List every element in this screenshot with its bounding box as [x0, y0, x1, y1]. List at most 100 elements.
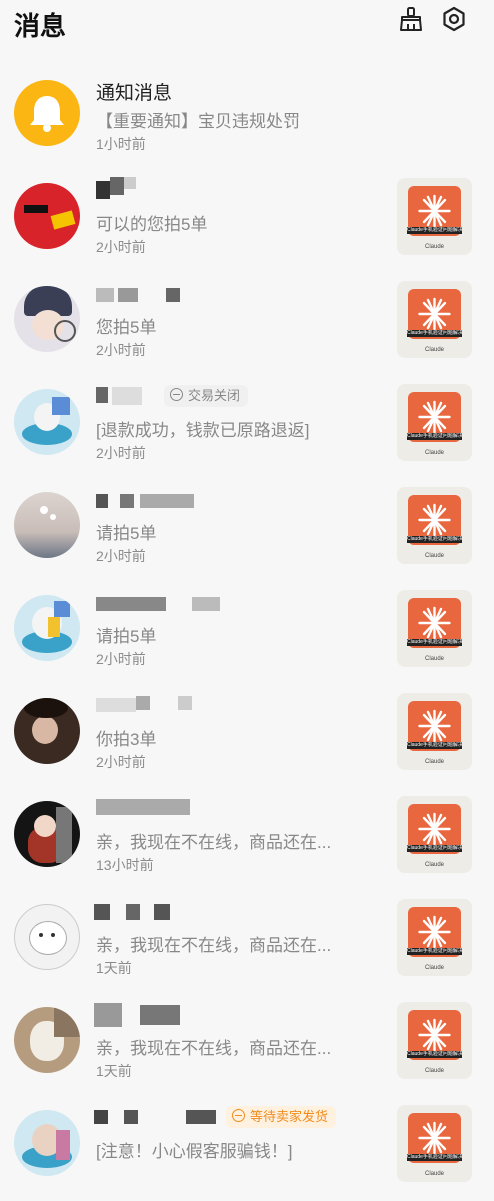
product-thumbnail[interactable]: Claude手机验证问题解决 Claude [397, 487, 472, 564]
blurred-name [178, 696, 192, 710]
message-preview: 你拍3单 [96, 730, 157, 749]
list-item[interactable]: 请拍5单 2小时前 Claude手机验证问题解决 Claude [0, 583, 494, 686]
thumb-brand: Claude [424, 862, 444, 868]
blurred-name [110, 177, 124, 195]
message-preview: 请拍5单 [96, 627, 157, 646]
avatar [14, 389, 80, 455]
blurred-name [96, 799, 190, 815]
avatar [14, 1110, 80, 1176]
thumb-caption: Claude手机验证问题解决 [407, 742, 462, 749]
thumb-caption: Claude手机验证问题解决 [407, 536, 462, 543]
thumb-caption: Claude手机验证问题解决 [407, 1154, 462, 1161]
avatar [14, 80, 80, 146]
message-preview: 可以的您拍5单 [96, 215, 208, 234]
list-item[interactable]: 亲，我现在不在线，商品还在... 13小时前 Claude手机验证问题解决 Cl… [0, 789, 494, 892]
list-item[interactable]: 你拍3单 2小时前 Claude手机验证问题解决 Claude [0, 686, 494, 789]
product-thumbnail[interactable]: Claude手机验证问题解决 Claude [397, 899, 472, 976]
product-thumbnail[interactable]: Claude手机验证问题解决 Claude [397, 384, 472, 461]
message-preview: 亲，我现在不在线，商品还在... [96, 1039, 332, 1058]
avatar [14, 286, 80, 352]
status-badge: 等待卖家发货 [226, 1106, 337, 1128]
blurred-name [192, 597, 220, 611]
blurred-name [94, 1110, 108, 1124]
closed-status-icon [170, 388, 183, 401]
thumb-brand: Claude [424, 1171, 444, 1177]
product-thumbnail[interactable]: Claude手机验证问题解决 Claude [397, 1105, 472, 1182]
list-item[interactable]: 等待卖家发货 [注意！小心假客服骗钱！] Claude手机验证问题解决 Clau… [0, 1098, 494, 1201]
avatar [14, 595, 80, 661]
blurred-name [96, 494, 108, 508]
pending-status-icon [232, 1109, 245, 1122]
message-time: 2小时前 [96, 445, 146, 461]
product-thumbnail[interactable]: Claude手机验证问题解决 Claude [397, 178, 472, 255]
message-preview: [注意！小心假客服骗钱！] [96, 1142, 293, 1161]
gear-icon[interactable] [441, 6, 467, 32]
blurred-name [96, 181, 110, 199]
blurred-name [136, 696, 150, 710]
product-thumbnail[interactable]: Claude手机验证问题解决 Claude [397, 1002, 472, 1079]
list-item[interactable]: 通知消息 【重要通知】宝贝违规处罚 1小时前 [0, 68, 494, 171]
thumb-caption: Claude手机验证问题解决 [407, 227, 462, 234]
message-preview: 【重要通知】宝贝违规处罚 [96, 112, 300, 131]
message-time: 2小时前 [96, 239, 146, 255]
message-time: 1小时前 [96, 136, 146, 152]
list-item[interactable]: 亲，我现在不在线，商品还在... 1天前 Claude手机验证问题解决 Clau… [0, 892, 494, 995]
blurred-name [94, 1003, 122, 1027]
message-time: 2小时前 [96, 651, 146, 667]
status-badge-label: 等待卖家发货 [250, 1109, 329, 1124]
blurred-name [126, 904, 140, 920]
blurred-name [186, 1110, 216, 1124]
blurred-name [124, 1110, 138, 1124]
avatar [14, 801, 80, 867]
thumb-brand: Claude [424, 759, 444, 765]
status-badge-label: 交易关闭 [188, 388, 241, 403]
message-time: 2小时前 [96, 754, 146, 770]
message-list: 通知消息 【重要通知】宝贝违规处罚 1小时前 可以的您拍5单 2小时前 Clau… [0, 68, 494, 1201]
blurred-name [96, 387, 108, 403]
message-preview: 您拍5单 [96, 318, 157, 337]
thumb-caption: Claude手机验证问题解决 [407, 330, 462, 337]
thumb-brand: Claude [424, 965, 444, 971]
product-thumbnail[interactable]: Claude手机验证问题解决 Claude [397, 693, 472, 770]
thumb-caption: Claude手机验证问题解决 [407, 639, 462, 646]
list-item[interactable]: 交易关闭 [退款成功，钱款已原路退返] 2小时前 Claude手机验证问题解决 … [0, 377, 494, 480]
product-thumbnail[interactable]: Claude手机验证问题解决 Claude [397, 281, 472, 358]
blurred-name [112, 387, 142, 405]
blurred-name [124, 177, 136, 189]
avatar [14, 904, 80, 970]
blurred-name [154, 904, 170, 920]
message-time: 1天前 [96, 1063, 132, 1079]
status-badge: 交易关闭 [164, 385, 249, 407]
thumb-brand: Claude [424, 656, 444, 662]
list-item[interactable]: 亲，我现在不在线，商品还在... 1天前 Claude手机验证问题解决 Clau… [0, 995, 494, 1098]
page-title: 消息 [14, 11, 67, 41]
broom-icon[interactable] [398, 6, 424, 32]
message-preview: 亲，我现在不在线，商品还在... [96, 833, 332, 852]
message-preview: [退款成功，钱款已原路退返] [96, 421, 310, 440]
blurred-name [166, 288, 180, 302]
blurred-name [120, 494, 134, 508]
message-preview: 亲，我现在不在线，商品还在... [96, 936, 332, 955]
conversation-name: 通知消息 [96, 83, 173, 104]
product-thumbnail[interactable]: Claude手机验证问题解决 Claude [397, 796, 472, 873]
blurred-name [118, 288, 138, 302]
blurred-name [96, 698, 136, 712]
list-item[interactable]: 可以的您拍5单 2小时前 Claude手机验证问题解决 Claude [0, 171, 494, 274]
thumb-caption: Claude手机验证问题解决 [407, 433, 462, 440]
message-time: 1天前 [96, 960, 132, 976]
blurred-name [140, 1005, 180, 1025]
header-bar: 消息 [0, 0, 494, 46]
list-item[interactable]: 请拍5单 2小时前 Claude手机验证问题解决 Claude [0, 480, 494, 583]
list-item[interactable]: 您拍5单 2小时前 Claude手机验证问题解决 Claude [0, 274, 494, 377]
message-time: 13小时前 [96, 857, 154, 873]
thumb-brand: Claude [424, 553, 444, 559]
thumb-brand: Claude [424, 1068, 444, 1074]
blurred-name [96, 597, 166, 611]
message-time: 2小时前 [96, 342, 146, 358]
thumb-caption: Claude手机验证问题解决 [407, 1051, 462, 1058]
thumb-brand: Claude [424, 244, 444, 250]
blurred-name [96, 288, 114, 302]
avatar [14, 492, 80, 558]
bell-icon [30, 96, 64, 132]
product-thumbnail[interactable]: Claude手机验证问题解决 Claude [397, 590, 472, 667]
